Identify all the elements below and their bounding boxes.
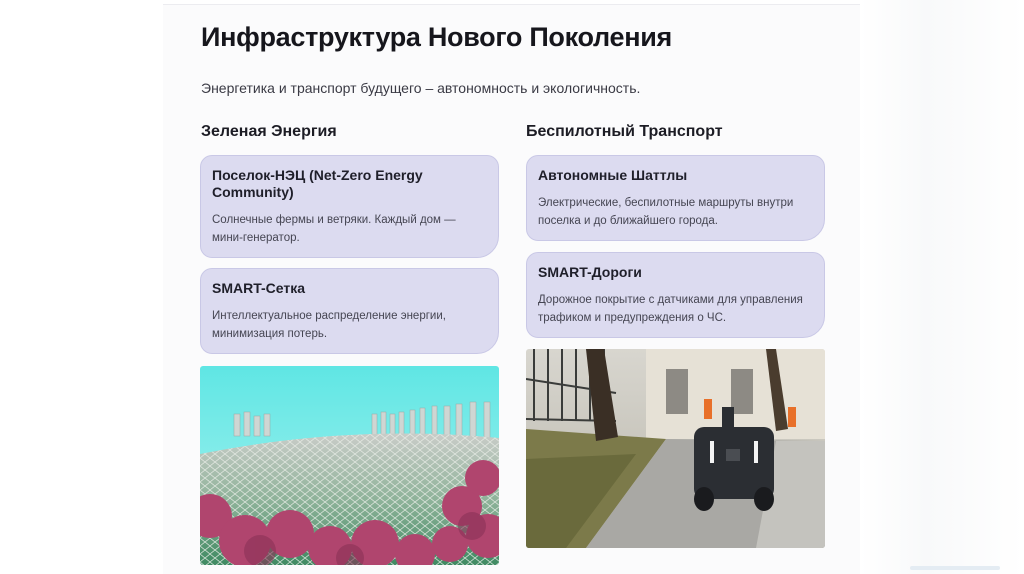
card-net-zero-community: Поселок-НЭЦ (Net-Zero Energy Community) … <box>200 155 499 258</box>
side-margin <box>860 0 1024 574</box>
card-title: Поселок-НЭЦ (Net-Zero Energy Community) <box>212 167 423 200</box>
delivery-robot-image <box>526 349 825 548</box>
page-subtitle: Энергетика и транспорт будущего – автоно… <box>201 80 641 96</box>
card-title: Автономные Шаттлы <box>538 167 688 183</box>
card-title: SMART-Сетка <box>212 280 306 296</box>
card-title: SMART-Дороги <box>538 264 642 280</box>
delivery-robot-photo <box>526 349 825 548</box>
card-text: Интеллектуальное распределение энергии, … <box>212 310 446 340</box>
column-heading-green-energy: Зеленая Энергия <box>201 123 337 140</box>
page-title: Инфраструктура Нового Поколения <box>201 22 672 52</box>
eco-building-image <box>200 366 499 565</box>
card-smart-grid: SMART-Сетка Интеллектуальное распределен… <box>200 268 499 354</box>
card-text: Дорожное покрытие с датчиками для управл… <box>538 294 803 324</box>
page: Инфраструктура Нового Поколения Энергети… <box>0 0 1024 574</box>
card-autonomous-shuttles: Автономные Шаттлы Электрические, беспило… <box>526 155 825 241</box>
scroll-indicator <box>910 566 1000 570</box>
card-text: Солнечные фермы и ветряки. Каждый дом — … <box>212 214 456 244</box>
card-text: Электрические, беспилотные маршруты внут… <box>538 197 794 227</box>
column-heading-autonomous-transport: Беспилотный Транспорт <box>526 123 723 140</box>
eco-building-photo <box>200 366 499 565</box>
card-smart-roads: SMART-Дороги Дорожное покрытие с датчика… <box>526 252 825 338</box>
